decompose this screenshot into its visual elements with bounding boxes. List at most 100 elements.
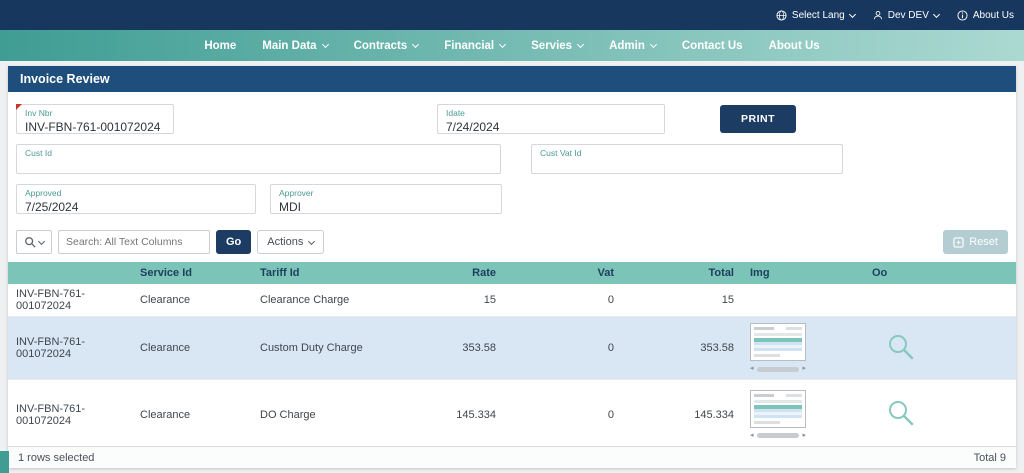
invoice-thumbnail[interactable]: ◂ ▸ xyxy=(750,323,808,373)
invoice-table-body: INV-FBN-761-001072024 Clearance Clearance … xyxy=(8,284,1016,446)
cell-rate: 145.334 xyxy=(378,379,504,446)
cell-vat: 0 xyxy=(504,284,622,317)
page-title: Invoice Review xyxy=(8,66,1016,92)
cust-vat-id-input[interactable] xyxy=(540,160,834,174)
main-navigation: Home Main Data Contracts Financial Servies Ad… xyxy=(0,30,1024,61)
column-header-img[interactable]: Img xyxy=(742,262,864,284)
column-header-rate[interactable]: Rate xyxy=(378,262,504,284)
invoice-review-card: Invoice Review Inv Nbr Idate PRINT Cust … xyxy=(8,66,1016,468)
language-label: Select Lang xyxy=(791,9,845,21)
cell-rate: 353.58 xyxy=(378,316,504,380)
chevron-down-icon xyxy=(577,40,585,49)
pager-next-icon[interactable]: ▸ xyxy=(802,365,806,373)
cust-id-input[interactable] xyxy=(25,160,492,174)
column-header-total[interactable]: Total xyxy=(622,262,742,284)
nav-item-label: Servies xyxy=(531,39,573,52)
pager-prev-icon[interactable]: ◂ xyxy=(750,365,754,373)
search-input[interactable] xyxy=(58,230,210,254)
cell-inv: INV-FBN-761-001072024 xyxy=(8,316,132,380)
topbar: Select Lang Dev DEV About Us xyxy=(0,0,1024,30)
pager-scrollbar[interactable] xyxy=(756,433,800,438)
chevron-down-icon xyxy=(848,10,856,18)
cust-vat-id-field: Cust Vat Id xyxy=(531,144,843,174)
cell-tariff: Custom Duty Charge xyxy=(252,316,378,380)
user-menu[interactable]: Dev DEV xyxy=(873,9,940,21)
nav-item-financial[interactable]: Financial xyxy=(431,30,518,61)
approved-label: Approved xyxy=(25,188,62,198)
pager-scrollbar[interactable] xyxy=(756,366,800,372)
chevron-down-icon xyxy=(932,10,940,18)
nav-item-label: Contact Us xyxy=(681,39,743,52)
pager-prev-icon[interactable]: ◂ xyxy=(750,432,754,440)
chevron-down-icon xyxy=(412,40,420,49)
table-row[interactable]: INV-FBN-761-001072024 Clearance DO Charge 1… xyxy=(8,379,1016,446)
actions-button[interactable]: Actions xyxy=(257,230,325,254)
magnifier-icon[interactable] xyxy=(886,398,916,431)
approved-input[interactable] xyxy=(25,200,247,214)
column-header-tariff-id[interactable]: Tariff Id xyxy=(252,262,378,284)
idate-label: Idate xyxy=(446,108,465,118)
actions-label: Actions xyxy=(267,236,304,248)
idate-field: Idate xyxy=(437,104,665,134)
nav-item-contact-us[interactable]: Contact Us xyxy=(669,30,756,61)
magnifier-icon[interactable] xyxy=(886,332,916,365)
cell-oo xyxy=(864,379,1016,446)
idate-input[interactable] xyxy=(446,120,656,134)
nav-item-contracts[interactable]: Contracts xyxy=(341,30,432,61)
cell-img: ◂ ▸ xyxy=(742,316,864,380)
inv-nbr-label: Inv Nbr xyxy=(25,108,53,118)
cell-vat: 0 xyxy=(504,379,622,446)
reset-button[interactable]: Reset xyxy=(943,230,1008,254)
nav-items: Home Main Data Contracts Financial Servies Ad… xyxy=(191,30,832,61)
nav-item-servies[interactable]: Servies xyxy=(518,30,596,61)
about-us-link[interactable]: About Us xyxy=(957,10,1014,21)
cell-vat: 0 xyxy=(504,316,622,380)
invoice-table: Service Id Tariff Id Rate Vat Total Img Oo INV… xyxy=(8,262,1016,446)
cell-service: Clearance xyxy=(132,284,252,317)
total-rows-label: Total 9 xyxy=(973,451,1006,464)
print-button[interactable]: PRINT xyxy=(720,105,796,133)
cell-oo xyxy=(864,316,1016,380)
language-selector[interactable]: Select Lang xyxy=(776,9,856,21)
nav-item-label: Admin xyxy=(609,39,645,52)
go-button[interactable]: Go xyxy=(216,230,252,254)
cell-inv: INV-FBN-761-001072024 xyxy=(8,284,132,317)
cell-total: 145.334 xyxy=(622,379,742,446)
globe-icon xyxy=(776,9,787,21)
column-header-oo[interactable]: Oo xyxy=(864,262,1016,284)
nav-item-label: Home xyxy=(204,39,237,52)
search-column-selector[interactable] xyxy=(16,230,52,254)
search-icon xyxy=(25,237,36,248)
inv-nbr-input[interactable] xyxy=(25,120,165,134)
cust-id-label: Cust Id xyxy=(25,148,52,158)
column-header-service-id[interactable]: Service Id xyxy=(132,262,252,284)
thumbnail-pager: ◂ ▸ xyxy=(750,432,806,440)
cell-service: Clearance xyxy=(132,379,252,446)
cell-total: 353.58 xyxy=(622,316,742,380)
inv-nbr-field: Inv Nbr xyxy=(16,104,174,134)
nav-item-label: Contracts xyxy=(353,39,408,52)
invoice-thumbnail[interactable]: ◂ ▸ xyxy=(750,389,808,440)
approver-label: Approver xyxy=(279,188,314,198)
approver-input[interactable] xyxy=(279,200,493,214)
nav-item-label: About Us xyxy=(768,39,820,52)
cust-id-field: Cust Id xyxy=(16,144,501,174)
invoice-form: Inv Nbr Idate PRINT Cust Id Cust Vat Id … xyxy=(8,92,1016,224)
user-name-label: Dev DEV xyxy=(887,9,929,21)
cell-service: Clearance xyxy=(132,316,252,380)
nav-item-label: Main Data xyxy=(262,39,317,52)
corner-accent xyxy=(0,451,9,473)
cell-total: 15 xyxy=(622,284,742,317)
nav-item-admin[interactable]: Admin xyxy=(596,30,669,61)
nav-item-about-us[interactable]: About Us xyxy=(756,30,833,61)
table-row[interactable]: INV-FBN-761-001072024 Clearance Custom Dut… xyxy=(8,316,1016,380)
table-header-row: Service Id Tariff Id Rate Vat Total Img Oo xyxy=(8,262,1016,284)
table-row[interactable]: INV-FBN-761-001072024 Clearance Clearance … xyxy=(8,284,1016,317)
nav-item-home[interactable]: Home xyxy=(191,30,249,61)
column-header-vat[interactable]: Vat xyxy=(504,262,622,284)
nav-item-main-data[interactable]: Main Data xyxy=(249,30,340,61)
rows-selected-label: 1 rows selected xyxy=(18,451,95,464)
chevron-down-icon xyxy=(649,40,657,49)
pager-next-icon[interactable]: ▸ xyxy=(802,432,806,440)
cell-img: ◂ ▸ xyxy=(742,379,864,446)
